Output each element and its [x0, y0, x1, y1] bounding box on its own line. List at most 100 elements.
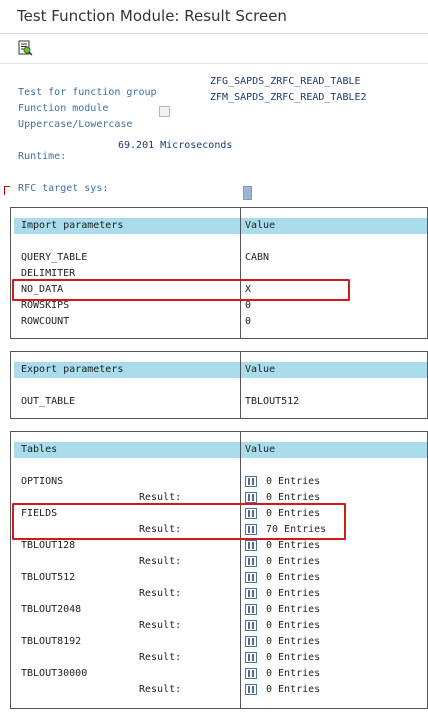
table-icon [245, 572, 257, 583]
param-name: QUERY_TABLE [21, 252, 88, 263]
table-result-row[interactable]: Result: 0 Entries [11, 618, 427, 634]
entries-count: 70 Entries [266, 524, 327, 535]
table-icon [245, 588, 257, 599]
table-icon [245, 556, 257, 567]
table-name: TBLOUT128 [21, 540, 76, 551]
entries-count: 0 Entries [266, 604, 321, 615]
param-name: NO_DATA [21, 284, 64, 295]
table-row[interactable]: FIELDS 0 Entries [11, 506, 427, 522]
table-icon [245, 540, 257, 551]
export-header: Export parameters Value [14, 362, 427, 378]
tables-panel: Tables Value OPTIONS 0 Entries Result: 0 En… [10, 431, 428, 709]
table-icon [245, 620, 257, 631]
import-row[interactable]: NO_DATA X [11, 282, 427, 298]
table-name: TBLOUT30000 [21, 668, 88, 679]
table-row[interactable]: TBLOUT2048 0 Entries [11, 602, 427, 618]
table-result-row[interactable]: Result: 0 Entries [11, 586, 427, 602]
title-bar: Test Function Module: Result Screen [0, 0, 428, 34]
rfc-target-row: RFC target sys: [6, 172, 108, 194]
table-row[interactable]: TBLOUT8192 0 Entries [11, 634, 427, 650]
table-result-row[interactable]: Result: 0 Entries [11, 650, 427, 666]
table-icon [245, 508, 257, 519]
import-header: Import parameters Value [14, 218, 427, 234]
result-label: Result: [139, 492, 182, 503]
export-value-header: Value [245, 364, 276, 375]
export-parameters-panel: Export parameters Value OUT_TABLE TBLOUT… [10, 351, 428, 419]
runtime-row: Runtime: 69.201 Microseconds [6, 140, 232, 173]
tables-header: Tables Value [14, 442, 427, 458]
table-name: TBLOUT2048 [21, 604, 82, 615]
param-name: ROWSKIPS [21, 300, 70, 311]
table-row[interactable]: OPTIONS 0 Entries [11, 474, 427, 490]
table-result-row[interactable]: Result: 0 Entries [11, 490, 427, 506]
window-title: Test Function Module: Result Screen [17, 7, 287, 25]
tables-value-header: Value [245, 444, 276, 455]
param-name: ROWCOUNT [21, 316, 70, 327]
tables-header-label: Tables [21, 444, 58, 455]
rfc-target-label: RFC target sys: [18, 183, 109, 194]
import-parameters-panel: Import parameters Value QUERY_TABLE CABN… [10, 207, 428, 339]
table-result-row[interactable]: Result: 70 Entries [11, 522, 427, 538]
table-row[interactable]: TBLOUT30000 0 Entries [11, 666, 427, 682]
export-header-label: Export parameters [21, 364, 124, 375]
param-name: OUT_TABLE [21, 396, 76, 407]
param-value: CABN [245, 252, 270, 263]
entries-count: 0 Entries [266, 588, 321, 599]
rfc-target-field[interactable] [243, 186, 252, 200]
test-function-group-value: ZFG_SAPDS_ZRFC_READ_TABLE [210, 76, 361, 87]
table-result-row[interactable]: Result: 0 Entries [11, 554, 427, 570]
entries-count: 0 Entries [266, 540, 321, 551]
result-label: Result: [139, 620, 182, 631]
param-value: 0 [245, 300, 252, 311]
table-name: TBLOUT512 [21, 572, 76, 583]
entries-count: 0 Entries [266, 508, 321, 519]
table-result-row[interactable]: Result: 0 Entries [11, 682, 427, 698]
execute-icon[interactable] [17, 40, 33, 56]
table-name: FIELDS [21, 508, 58, 519]
toolbar [0, 34, 428, 64]
import-row[interactable]: DELIMITER [11, 266, 427, 282]
table-name: OPTIONS [21, 476, 64, 487]
entries-count: 0 Entries [266, 636, 321, 647]
entries-count: 0 Entries [266, 668, 321, 679]
entries-count: 0 Entries [266, 620, 321, 631]
import-value-header: Value [245, 220, 276, 231]
table-icon [245, 604, 257, 615]
export-row[interactable]: OUT_TABLE TBLOUT512 [11, 394, 427, 410]
result-label: Result: [139, 652, 182, 663]
entries-count: 0 Entries [266, 652, 321, 663]
table-icon [245, 492, 257, 503]
runtime-value: 69.201 Microseconds [118, 140, 233, 151]
runtime-label: Runtime: [18, 151, 67, 162]
result-label: Result: [139, 556, 182, 567]
table-icon [245, 636, 257, 647]
param-value: TBLOUT512 [245, 396, 300, 407]
table-name: TBLOUT8192 [21, 636, 82, 647]
table-icon [245, 476, 257, 487]
uppercase-lowercase-row: Uppercase/Lowercase [6, 108, 132, 130]
import-row[interactable]: QUERY_TABLE CABN [11, 250, 427, 266]
entries-count: 0 Entries [266, 476, 321, 487]
entries-count: 0 Entries [266, 492, 321, 503]
table-icon [245, 668, 257, 679]
table-icon [245, 652, 257, 663]
result-label: Result: [139, 524, 182, 535]
result-label: Result: [139, 684, 182, 695]
entries-count: 0 Entries [266, 684, 321, 695]
import-row[interactable]: ROWSKIPS 0 [11, 298, 427, 314]
table-icon [245, 684, 257, 695]
table-icon [245, 524, 257, 535]
function-module-value: ZFM_SAPDS_ZRFC_READ_TABLE2 [210, 92, 367, 103]
uppercase-lowercase-checkbox[interactable] [159, 106, 170, 117]
import-row[interactable]: ROWCOUNT 0 [11, 314, 427, 330]
uppercase-lowercase-label: Uppercase/Lowercase [18, 119, 133, 130]
entries-count: 0 Entries [266, 556, 321, 567]
table-row[interactable]: TBLOUT512 0 Entries [11, 570, 427, 586]
param-value: X [245, 284, 252, 295]
param-value: 0 [245, 316, 252, 327]
result-label: Result: [139, 588, 182, 599]
table-row[interactable]: TBLOUT128 0 Entries [11, 538, 427, 554]
rfc-required-marker [4, 186, 10, 195]
import-header-label: Import parameters [21, 220, 124, 231]
entries-count: 0 Entries [266, 572, 321, 583]
